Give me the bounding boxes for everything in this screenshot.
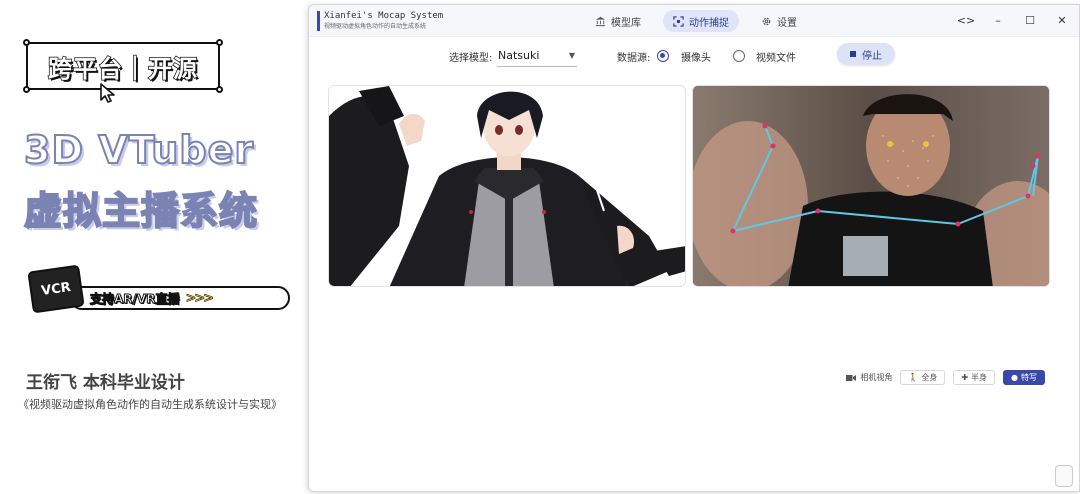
stop-icon xyxy=(850,51,856,57)
bank-icon xyxy=(595,16,606,26)
promo-title-line2: 虚拟主播系统 xyxy=(23,188,259,234)
cross-platform-badge: 跨平台｜开源 xyxy=(23,39,223,93)
close-button[interactable]: ✕ xyxy=(1053,11,1071,29)
view-half-body-button[interactable]: ✚ 半身 xyxy=(953,370,996,385)
tab-label: 设置 xyxy=(777,17,797,29)
app-subtitle: 视频驱动虚拟角色动作的自动生成系统 xyxy=(324,23,427,30)
camera-view-controls: 相机视角 🚶 全身 ✚ 半身 ● 特写 xyxy=(846,370,1045,385)
stop-button[interactable]: 停止 xyxy=(837,43,895,65)
tab-label: 模型库 xyxy=(611,17,641,29)
radio-camera-label[interactable]: 摄像头 xyxy=(681,49,711,64)
model-select-label: 选择模型: xyxy=(449,53,493,64)
radio-camera[interactable] xyxy=(657,50,669,62)
model-select-value: Natsuki xyxy=(498,49,540,62)
avatar-viewport[interactable] xyxy=(328,85,686,287)
badge-text: 跨平台｜开源 xyxy=(47,54,198,84)
app-window: Xianfei's Mocap System 视频驱动虚拟角色动作的自动生成系统… xyxy=(308,4,1080,492)
person-icon: 🚶 xyxy=(908,373,919,382)
app-title-block: Xianfei's Mocap System 视频驱动虚拟角色动作的自动生成系统 xyxy=(317,11,443,31)
camera-feed-image xyxy=(693,86,1049,286)
tab-settings[interactable]: 设置 xyxy=(751,10,807,32)
capture-icon xyxy=(673,15,684,27)
main-nav: 模型库 动作捕捉 设置 xyxy=(585,10,807,32)
gear-icon xyxy=(762,17,771,25)
minimize-button[interactable]: – xyxy=(989,11,1007,29)
tab-label: 动作捕捉 xyxy=(689,17,729,29)
vcr-label: VCR xyxy=(40,279,72,299)
model-select[interactable]: Natsuki ▼ xyxy=(497,45,577,67)
camera-view-label: 相机视角 xyxy=(846,372,892,383)
maximize-button[interactable]: ☐ xyxy=(1021,11,1039,29)
feature-pill: 支持AR/VR直播 >>> xyxy=(70,286,290,310)
window-controls: <> – ☐ ✕ xyxy=(957,11,1071,29)
view-full-body-button[interactable]: 🚶 全身 xyxy=(900,370,946,385)
arrows-icon: >>> xyxy=(185,290,214,306)
camera-feed[interactable] xyxy=(692,85,1050,287)
code-icon[interactable]: <> xyxy=(957,11,975,29)
half-body-icon: ✚ xyxy=(961,373,969,382)
author-line: 王衔飞 本科毕业设计 xyxy=(26,373,185,393)
tab-motion-capture[interactable]: 动作捕捉 xyxy=(663,10,739,32)
radio-video-file-label[interactable]: 视频文件 xyxy=(756,49,796,64)
cursor-icon xyxy=(100,83,115,103)
stop-button-label: 停止 xyxy=(862,50,882,62)
title-bar[interactable]: Xianfei's Mocap System 视频驱动虚拟角色动作的自动生成系统… xyxy=(309,5,1079,37)
capture-toolbar: 选择模型: Natsuki ▼ 数据源: 摄像头 视频文件 停止 xyxy=(309,39,1079,71)
video-camera-icon xyxy=(846,374,857,381)
tab-model-library[interactable]: 模型库 xyxy=(585,10,651,32)
source-label: 数据源: xyxy=(617,53,651,64)
caret-down-icon: ▼ xyxy=(568,51,575,60)
screen: 跨平台｜开源 3D VTuber 虚拟主播系统 支持AR/VR直播 >>> VC… xyxy=(0,0,1080,494)
user-icon: ● xyxy=(1011,373,1018,382)
view-closeup-button[interactable]: ● 特写 xyxy=(1003,370,1045,385)
vcr-clapper-icon: VCR xyxy=(27,264,85,314)
corner-widget-icon[interactable] xyxy=(1055,465,1073,487)
avatar-render xyxy=(329,86,685,286)
thesis-title: 《视频驱动虚拟角色动作的自动生成系统设计与实现》 xyxy=(18,398,282,411)
promo-title-line1: 3D VTuber xyxy=(23,127,255,173)
promo-panel: 跨平台｜开源 3D VTuber 虚拟主播系统 支持AR/VR直播 >>> VC… xyxy=(0,0,308,494)
feature-pill-text: 支持AR/VR直播 xyxy=(89,291,180,306)
app-title: Xianfei's Mocap System xyxy=(324,11,444,21)
radio-video-file[interactable] xyxy=(733,50,745,62)
feature-banner: 支持AR/VR直播 >>> VCR xyxy=(27,264,290,314)
